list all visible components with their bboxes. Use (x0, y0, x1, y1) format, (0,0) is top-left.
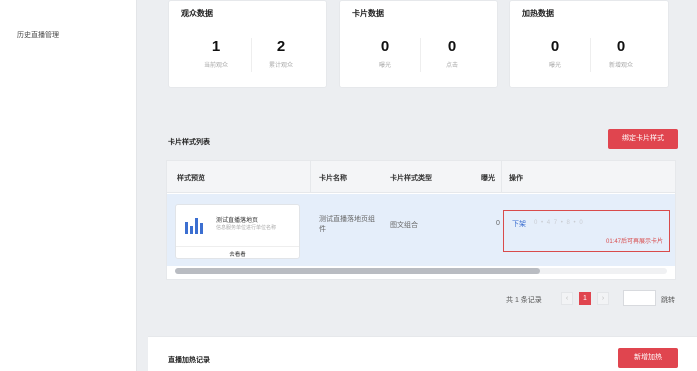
cooldown-note: 01:47后可再展示卡片 (605, 239, 663, 245)
bar-chart-logo-icon (185, 214, 207, 234)
metric-value: 0 (447, 38, 457, 55)
take-down-link[interactable]: 下架 (512, 219, 526, 229)
card-title: 加热数据 (522, 9, 554, 18)
preview-subtitle: 信息服务单位进行单位名称 (216, 225, 277, 231)
column-divider (501, 161, 502, 193)
column-header-actions: 操作 (509, 175, 523, 182)
page-number-button[interactable]: 1 (579, 292, 591, 305)
metric-card-clicks: 0 点击 (417, 38, 487, 69)
metric-total-audience: 2 累计观众 (246, 38, 316, 69)
preview-go-see-button: 去看看 (176, 246, 299, 260)
bind-card-style-button[interactable]: 绑定卡片样式 (608, 129, 678, 149)
metric-value: 0 (550, 38, 560, 55)
metric-value: 0 (616, 38, 626, 55)
metric-label: 曝光 (548, 63, 561, 69)
metric-label: 点击 (445, 63, 458, 69)
card-preview: 测试直播落地页 信息服务单位进行单位名称 去看看 (175, 204, 300, 259)
sidebar-item-live-history[interactable]: 历史直播管理 (17, 30, 59, 40)
card-title: 观众数据 (181, 9, 213, 18)
column-header-preview: 样式预览 (177, 175, 205, 182)
card-list-title: 卡片样式列表 (168, 139, 210, 146)
stats-card-audience: 观众数据 1 当前观众 2 累计观众 (168, 0, 327, 88)
metric-value: 2 (276, 38, 286, 55)
sidebar: 历史直播管理 (0, 0, 137, 371)
card-style-table: 样式预览 卡片名称 卡片样式类型 曝光 操作 测试直播落地页 信息服务单位进行单… (166, 160, 676, 280)
horizontal-scrollbar[interactable] (175, 268, 667, 274)
metric-heating-exposure: 0 曝光 (520, 38, 590, 69)
column-header-name: 卡片名称 (319, 175, 347, 182)
exposure-cell: 0 (496, 220, 500, 227)
column-header-exposure: 曝光 (481, 175, 495, 182)
next-page-button[interactable]: › (597, 292, 609, 305)
metric-new-audience: 0 新增观众 (586, 38, 656, 69)
jump-button[interactable]: 跳转 (661, 295, 675, 305)
heating-section (148, 336, 697, 371)
metric-label: 新增观众 (608, 63, 633, 69)
jump-page-input[interactable] (623, 290, 656, 306)
prev-page-button[interactable]: ‹ (561, 292, 573, 305)
metric-label: 曝光 (378, 63, 391, 69)
metric-value: 0 (380, 38, 390, 55)
card-title: 卡片数据 (352, 9, 384, 18)
column-header-type: 卡片样式类型 (390, 175, 432, 182)
metric-label: 当前观众 (203, 63, 228, 69)
scrollbar-thumb[interactable] (175, 268, 540, 274)
card-name-cell: 测试直播落地页组件 (319, 216, 375, 233)
actions-cell-highlight: 下架 0 • 4 7 • 8 • 0 01:47后可再展示卡片 (503, 210, 670, 252)
heating-records-title: 直播加热记录 (168, 357, 210, 364)
metric-card-exposure: 0 曝光 (350, 38, 420, 69)
metric-label: 累计观众 (268, 63, 293, 69)
table-header: 样式预览 卡片名称 卡片样式类型 曝光 操作 (167, 161, 675, 193)
card-type-cell: 图文组合 (390, 222, 418, 229)
add-heating-button[interactable]: 新增加热 (618, 348, 678, 368)
metric-current-audience: 1 当前观众 (181, 38, 251, 69)
preview-title: 测试直播落地页 (216, 218, 259, 224)
stats-card-heating: 加热数据 0 曝光 0 新增观众 (509, 0, 669, 88)
stats-card-card: 卡片数据 0 曝光 0 点击 (339, 0, 498, 88)
metric-value: 1 (211, 38, 221, 55)
pagination-total: 共 1 条记录 (506, 297, 542, 304)
faded-actions: 0 • 4 7 • 8 • 0 (534, 220, 584, 226)
column-divider (310, 161, 311, 193)
